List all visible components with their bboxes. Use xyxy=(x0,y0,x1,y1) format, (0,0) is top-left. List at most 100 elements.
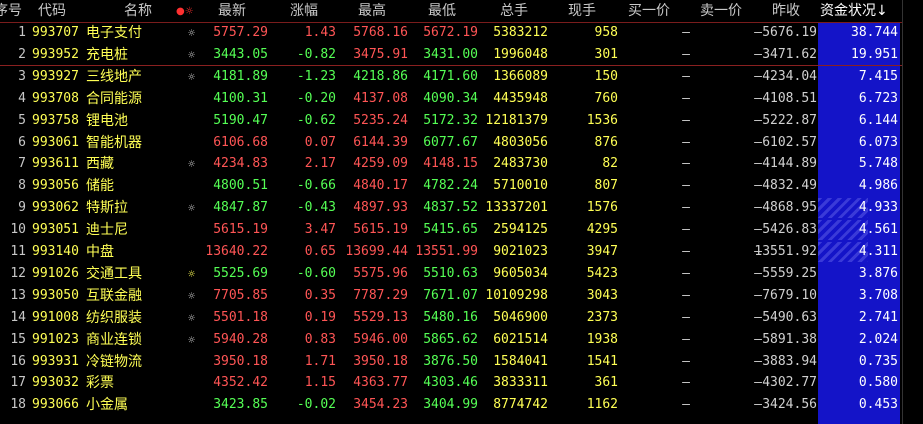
row-index: 13 xyxy=(10,287,26,303)
row-fund-status: 0.580 xyxy=(858,375,898,391)
row-change-pct: 0.19 xyxy=(304,309,336,325)
row-name: 交通工具 xyxy=(86,265,142,282)
table-row[interactable]: 13 993050 互联金融 7705.85 0.35 7787.29 7671.07 101… xyxy=(0,285,898,307)
column-header-row: 序号 代码 名称 ●☼ 最新 涨幅 最高 最低 总手 现手 买一价 卖一价 昨收… xyxy=(0,0,923,23)
table-row[interactable]: 1 993707 电子支付 5757.29 1.43 5768.16 5672.19 5383… xyxy=(0,22,898,44)
row-fund-status: 4.311 xyxy=(858,244,898,259)
row-last: 4847.87 xyxy=(213,200,268,216)
vertical-scrollbar[interactable] xyxy=(902,0,923,424)
table-row[interactable]: 2 993952 充电桩 3443.05 -0.82 3475.91 3431.00 1996… xyxy=(0,44,898,66)
row-index: 9 xyxy=(18,200,26,216)
row-change-pct: 0.35 xyxy=(304,287,336,303)
col-header-ask[interactable]: 卖一价 xyxy=(700,2,742,20)
row-code: 993051 xyxy=(32,222,79,238)
table-row[interactable]: 9 993062 特斯拉 4847.87 -0.43 4897.93 4837.52 1333… xyxy=(0,197,898,219)
row-current-volume: 876 xyxy=(594,134,618,150)
row-name: 迪士尼 xyxy=(86,222,128,239)
row-name: 西藏 xyxy=(86,156,114,173)
row-low: 5480.16 xyxy=(423,309,478,325)
row-high: 3950.18 xyxy=(353,353,408,369)
quote-grid[interactable]: 序号 代码 名称 ●☼ 最新 涨幅 最高 最低 总手 现手 买一价 卖一价 昨收… xyxy=(0,0,923,424)
row-fund-status: 38.744 xyxy=(851,25,898,40)
row-name: 互联金融 xyxy=(86,287,142,304)
col-header-fund-status[interactable]: 资金状况↓ xyxy=(820,2,888,20)
row-current-volume: 361 xyxy=(594,375,618,391)
col-header-current-volume[interactable]: 现手 xyxy=(568,2,596,20)
row-name: 智能机器 xyxy=(86,134,142,151)
row-last: 4800.51 xyxy=(213,178,268,194)
row-name: 中盘 xyxy=(86,244,114,260)
table-row[interactable]: 4 993708 合同能源 4100.31 -0.20 4137.08 4090.34 443… xyxy=(0,88,898,110)
row-current-volume: 3043 xyxy=(586,287,618,303)
row-last: 7705.85 xyxy=(213,287,268,303)
col-header-index[interactable]: 序号 xyxy=(0,2,22,20)
row-code: 993758 xyxy=(32,112,79,128)
row-total-volume: 5046900 xyxy=(493,309,548,325)
col-header-change-pct[interactable]: 涨幅 xyxy=(290,2,318,20)
col-header-code[interactable]: 代码 xyxy=(38,2,66,20)
row-prev-close: 4832.49 xyxy=(762,178,817,194)
row-high: 6144.39 xyxy=(353,134,408,150)
row-prev-close: 5490.63 xyxy=(762,309,817,325)
table-row[interactable]: 14 991008 纺织服装 5501.18 0.19 5529.13 5480.16 504… xyxy=(0,307,898,329)
row-code: 993611 xyxy=(32,156,79,172)
col-header-total-volume[interactable]: 总手 xyxy=(500,2,528,20)
row-total-volume: 1996048 xyxy=(493,46,548,62)
col-header-low[interactable]: 最低 xyxy=(428,2,456,20)
row-total-volume: 2594125 xyxy=(493,222,548,238)
col-header-bid[interactable]: 买一价 xyxy=(628,2,670,20)
col-header-last[interactable]: 最新 xyxy=(218,2,246,20)
row-fund-status: 0.735 xyxy=(858,353,898,369)
row-high: 5575.96 xyxy=(353,265,408,281)
row-name: 锂电池 xyxy=(86,112,128,129)
row-code: 993708 xyxy=(32,90,79,106)
row-bid: — xyxy=(682,353,690,369)
row-low: 3404.99 xyxy=(423,397,478,413)
table-row[interactable]: 12 991026 交通工具 5525.69 -0.60 5575.96 5510.63 96… xyxy=(0,263,898,285)
row-change-pct: -1.23 xyxy=(296,68,336,84)
table-row[interactable]: 8 993056 储能 4800.51 -0.66 4840.17 4782.24 57100… xyxy=(0,175,898,197)
row-bid: — xyxy=(682,375,690,391)
table-row[interactable]: 7 993611 西藏 4234.83 2.17 4259.09 4148.15 248373… xyxy=(0,153,898,175)
row-name: 合同能源 xyxy=(86,90,142,107)
row-bid: — xyxy=(682,265,690,281)
row-total-volume: 9605034 xyxy=(493,265,548,281)
row-bid: — xyxy=(682,25,690,40)
table-row[interactable]: 5 993758 锂电池 5190.47 -0.62 5235.24 5172.32 1218… xyxy=(0,110,898,132)
table-row[interactable]: 10 993051 迪士尼 5615.19 3.47 5615.19 5415.65 2594… xyxy=(0,219,898,241)
row-index: 16 xyxy=(10,353,26,369)
row-total-volume: 12181379 xyxy=(485,112,548,128)
col-header-flags[interactable]: ●☼ xyxy=(176,3,194,21)
row-prev-close: 4234.04 xyxy=(762,68,817,84)
row-code: 993056 xyxy=(32,178,79,194)
row-change-pct: 1.43 xyxy=(304,25,336,40)
row-index: 4 xyxy=(18,90,26,106)
row-code: 993707 xyxy=(32,25,79,40)
row-high: 3475.91 xyxy=(353,46,408,62)
row-fund-status: 3.876 xyxy=(858,265,898,281)
col-header-high[interactable]: 最高 xyxy=(358,2,386,20)
row-last: 5940.28 xyxy=(213,331,268,347)
table-row[interactable]: 11 993140 中盘 13640.22 0.65 13699.44 13551.99 90… xyxy=(0,241,898,263)
table-row[interactable]: 15 991023 商业连锁 5940.28 0.83 5946.00 5865.62 602… xyxy=(0,329,898,351)
gear-icon: ☼ xyxy=(188,26,196,40)
table-row[interactable]: 18 993066 小金属 3423.85 -0.02 3454.23 3404.99 877… xyxy=(0,394,898,416)
row-prev-close: 5891.38 xyxy=(762,331,817,347)
col-header-prev-close[interactable]: 昨收 xyxy=(772,2,800,20)
row-current-volume: 301 xyxy=(594,46,618,62)
row-total-volume: 1584041 xyxy=(493,353,548,369)
row-low: 7671.07 xyxy=(423,287,478,303)
row-bid: — xyxy=(682,244,690,259)
table-row[interactable]: 17 993032 彩票 4352.42 1.15 4363.77 4303.46 38333… xyxy=(0,372,898,394)
row-change-pct: 1.71 xyxy=(304,353,336,369)
gear-icon: ☼ xyxy=(188,157,196,172)
table-row[interactable]: 3 993927 三线地产 4181.89 -1.23 4218.86 4171.60 136… xyxy=(0,66,898,88)
row-current-volume: 1541 xyxy=(586,353,618,369)
row-last: 5757.29 xyxy=(213,25,268,40)
table-row[interactable]: 16 993931 冷链物流 3950.18 1.71 3950.18 3876.50 158… xyxy=(0,351,898,373)
table-row[interactable]: 6 993061 智能机器 6106.68 0.07 6144.39 6077.67 4803… xyxy=(0,132,898,154)
row-low: 4090.34 xyxy=(423,90,478,106)
row-index: 1 xyxy=(18,25,26,40)
row-low: 4171.60 xyxy=(423,68,478,84)
col-header-name[interactable]: 名称 xyxy=(124,2,152,20)
